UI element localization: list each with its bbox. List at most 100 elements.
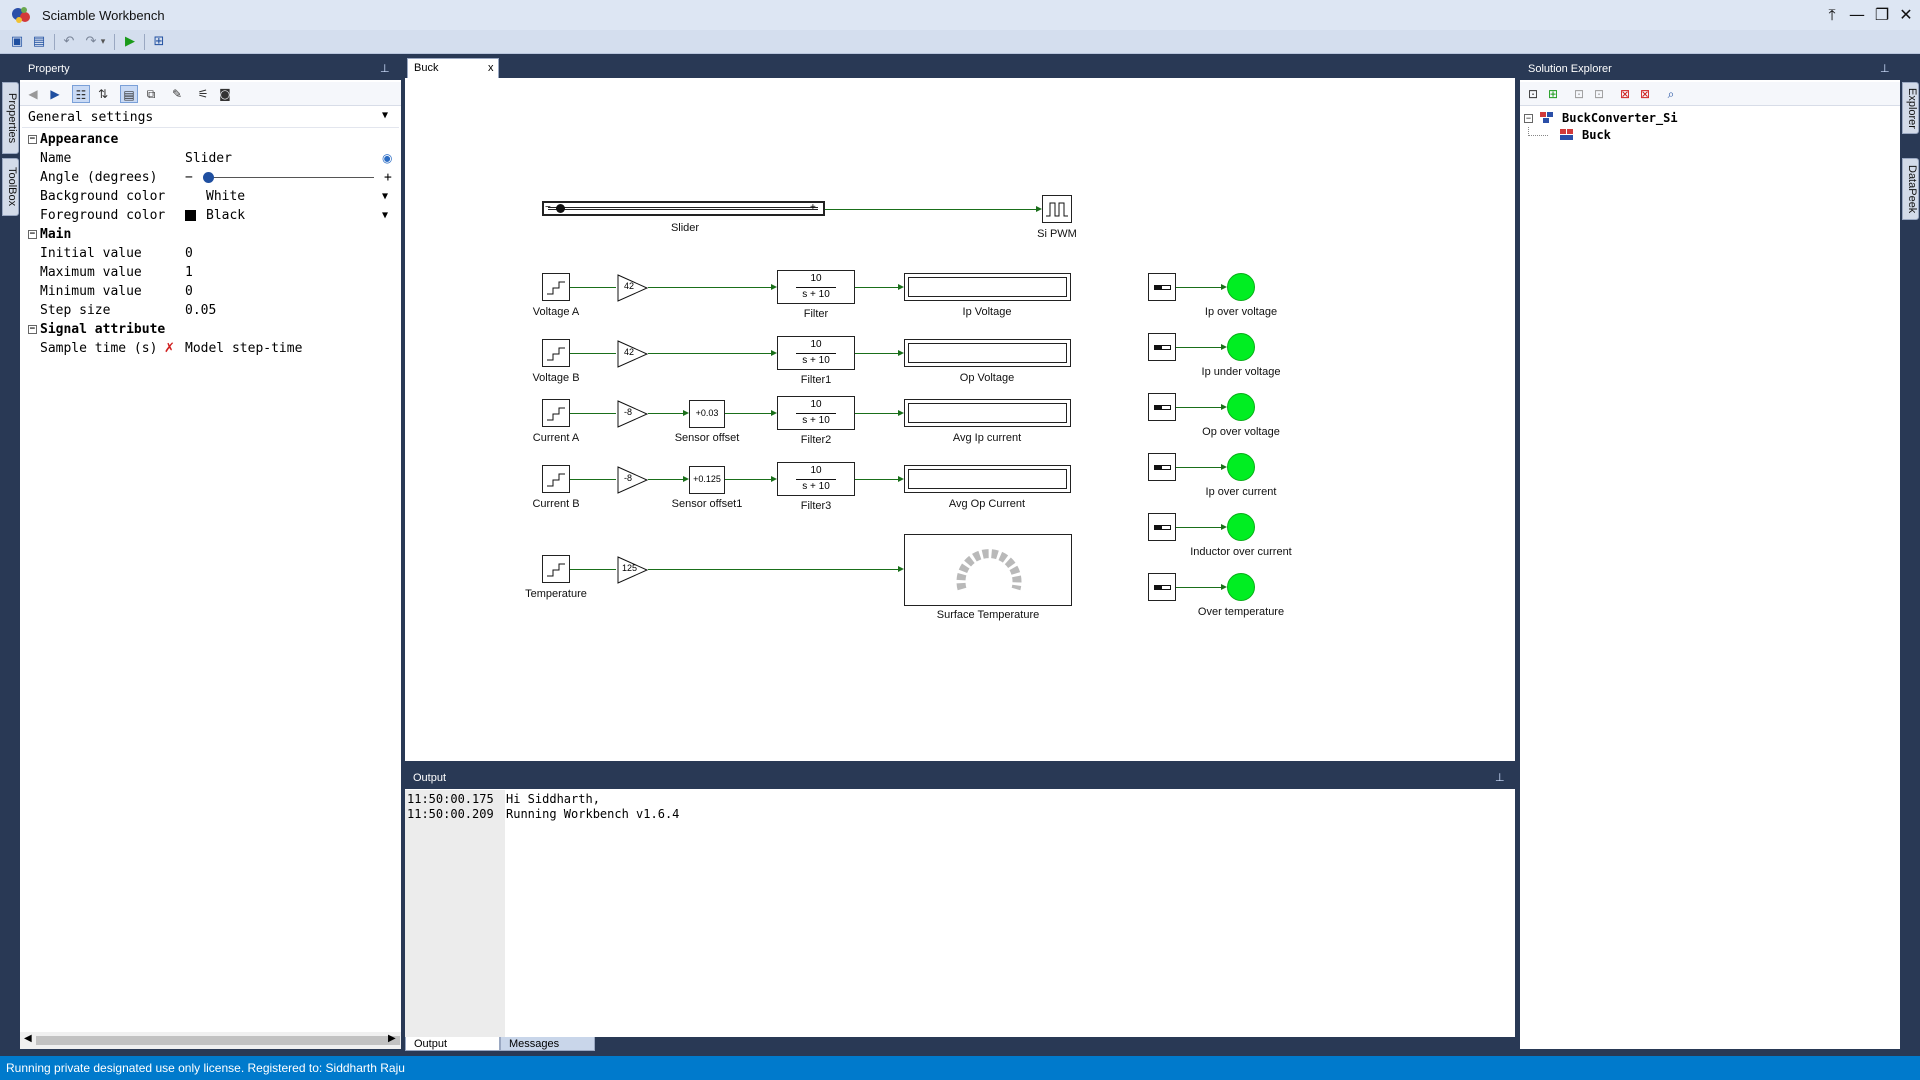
filter-block[interactable]: 10 s + 10 [777,396,855,430]
gain-block[interactable]: -8 [617,400,649,431]
forward-icon[interactable]: ▶ [46,85,64,103]
property-value[interactable]: 0 [185,282,193,301]
comparator-block[interactable] [1148,573,1176,601]
property-value[interactable]: 0 [185,244,193,263]
property-row-name[interactable]: Name Slider ◉ [22,149,399,168]
gain-block[interactable]: 125 [617,556,649,587]
signal-wire[interactable] [855,353,899,354]
led-indicator[interactable] [1227,273,1255,301]
new-folder-icon[interactable]: ⊡ [1570,85,1588,103]
property-row-angle[interactable]: Angle (degrees) − + [22,168,399,187]
scroll-left-icon[interactable]: ◀ [24,1033,32,1044]
eye-icon[interactable]: ◉ [382,149,392,168]
signal-wire[interactable] [1176,587,1222,588]
property-row-background-color[interactable]: Background color White ▼ [22,187,399,206]
model-canvas[interactable]: − + Slider Si PWM Voltage A 42 10 s + 10… [405,78,1515,761]
comparator-block[interactable] [1148,393,1176,421]
sum-offset-block[interactable]: +0.125 [689,466,725,494]
tab-output[interactable]: Output [405,1037,500,1051]
signal-wire[interactable] [570,413,616,414]
property-row-foreground-color[interactable]: Foreground color Black ▼ [22,206,399,225]
signal-wire[interactable] [648,569,899,570]
signal-wire[interactable] [648,287,772,288]
filter-block[interactable]: 10 s + 10 [777,270,855,304]
upload-icon[interactable]: ⤒ [1820,4,1844,26]
signal-wire[interactable] [1176,347,1222,348]
comparator-block[interactable] [1148,273,1176,301]
signal-wire[interactable] [570,287,616,288]
slider-minus-icon[interactable]: − [545,201,551,215]
output-log[interactable] [405,789,1515,1037]
pin-icon[interactable]: ⊥ [1880,58,1890,80]
signal-wire[interactable] [648,479,684,480]
property-value[interactable]: Slider [185,149,232,168]
redo-dropdown-icon[interactable]: ▾ [98,33,108,51]
gauge-block[interactable] [904,534,1072,606]
display-block[interactable] [904,273,1071,301]
delete-icon[interactable]: ⊠ [1636,85,1654,103]
signal-wire[interactable] [855,287,899,288]
tab-properties[interactable]: Properties [2,82,19,154]
horizontal-scrollbar[interactable]: ◀ ▶ [20,1032,401,1049]
copy-icon[interactable]: ⧉ [142,85,160,103]
angle-slider-thumb[interactable] [203,172,214,183]
slider-plus-icon[interactable]: + [810,201,816,215]
properties-page-icon[interactable]: ▤ [120,85,138,103]
property-row-sample-time[interactable]: Sample time (s) ✗ Model step-time [22,339,399,358]
gain-block[interactable]: -8 [617,466,649,497]
category-signal-attribute[interactable]: − Signal attribute [22,320,399,339]
sum-offset-block[interactable]: +0.03 [689,400,725,428]
deploy-icon[interactable]: ⊞ [150,33,168,51]
signal-wire[interactable] [648,413,684,414]
signal-wire[interactable] [825,209,1037,210]
gain-block[interactable]: 42 [617,274,649,305]
filter-block[interactable]: 10 s + 10 [777,336,855,370]
comparator-block[interactable] [1148,333,1176,361]
display-block[interactable] [904,399,1071,427]
undo-icon[interactable]: ↶ [60,33,78,51]
signal-wire[interactable] [855,413,899,414]
property-value[interactable]: 0.05 [185,301,216,320]
property-row-step-size[interactable]: Step size 0.05 [22,301,399,320]
find-icon[interactable]: ⌕ [1662,85,1680,103]
display-block[interactable] [904,465,1071,493]
tab-explorer[interactable]: Explorer [1902,82,1919,134]
close-tab-icon[interactable]: x [488,59,494,77]
property-value[interactable]: Model step-time [185,339,302,358]
collapse-icon[interactable]: − [1524,114,1533,123]
new-item-icon[interactable]: ⊡ [1524,85,1542,103]
tab-toolbox[interactable]: ToolBox [2,158,19,216]
signal-wire[interactable] [1176,287,1222,288]
rename-icon[interactable]: ⊡ [1590,85,1608,103]
collapse-icon[interactable]: − [28,325,37,334]
pin-icon[interactable]: ⊥ [380,58,390,80]
comparator-block[interactable] [1148,453,1176,481]
minimize-button[interactable]: — [1845,4,1869,26]
display-block[interactable] [904,339,1071,367]
scrollbar-thumb[interactable] [36,1036,400,1045]
angle-slider-track[interactable] [204,177,374,178]
signal-wire[interactable] [570,353,616,354]
step-source-block[interactable] [542,339,570,367]
signal-wire[interactable] [1176,407,1222,408]
led-indicator[interactable] [1227,453,1255,481]
signal-wire[interactable] [725,479,772,480]
category-appearance[interactable]: − Appearance [22,130,399,149]
tab-messages[interactable]: Messages [500,1037,595,1051]
category-main[interactable]: − Main [22,225,399,244]
property-value[interactable]: Black [206,206,245,225]
comparator-block[interactable] [1148,513,1176,541]
signal-wire[interactable] [570,569,616,570]
settings-dropdown[interactable]: General settings ▼ [22,108,399,128]
scroll-right-icon[interactable]: ▶ [388,1033,396,1044]
property-row-initial-value[interactable]: Initial value 0 [22,244,399,263]
step-source-block[interactable] [542,555,570,583]
hierarchy-icon[interactable]: ⚟ [194,85,212,103]
property-value[interactable]: 1 [185,263,193,282]
step-source-block[interactable] [542,273,570,301]
property-row-maximum-value[interactable]: Maximum value 1 [22,263,399,282]
tab-buck[interactable]: Buck x [407,58,499,78]
gain-block[interactable]: 42 [617,340,649,371]
tree-node-root[interactable]: − BuckConverter_Si [1524,110,1894,127]
run-icon[interactable]: ▶ [121,33,139,51]
